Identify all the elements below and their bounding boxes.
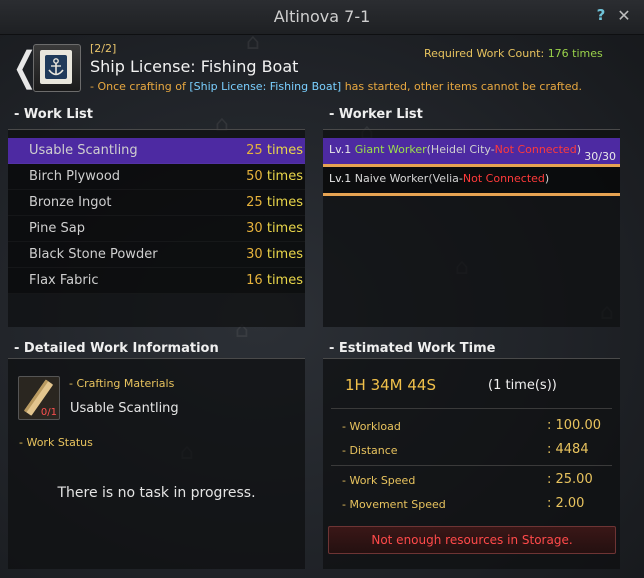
work-item-count: 30 times (246, 221, 303, 236)
estimate-label: - Estimated Work Time (329, 341, 496, 356)
work-speed-value: : 25.00 (547, 472, 593, 487)
close-button[interactable]: ✕ (615, 6, 633, 25)
required-work-value: 176 times (547, 47, 603, 60)
count-value: 16 (246, 273, 263, 288)
start-work-button[interactable]: Not enough resources in Storage. (328, 526, 616, 554)
movement-speed-value: : 2.00 (547, 496, 585, 511)
detail-panel: 0/1 - Crafting Materials Usable Scantlin… (8, 358, 305, 569)
work-item-count: 30 times (246, 247, 303, 262)
crafting-notice: - Once crafting of [Ship License: Fishin… (90, 80, 582, 93)
work-list-item[interactable]: Birch Plywood 50 times (8, 164, 305, 190)
count-unit: times (266, 169, 303, 184)
worker-name: Giant Worker (354, 143, 427, 156)
worker-town: (Heidel City- (426, 143, 495, 156)
worker-level: Lv.1 (329, 143, 352, 156)
work-item-name: Usable Scantling (29, 143, 138, 158)
required-work-label: Required Work Count: (424, 47, 548, 60)
worker-name: Naive Worker (354, 172, 429, 185)
workload-value: : 100.00 (547, 418, 601, 433)
worker-paren-close: ) (544, 172, 550, 185)
worker-level: Lv.1 (329, 172, 352, 185)
count-value: 50 (246, 169, 263, 184)
worker-paren-close: ) (576, 143, 581, 156)
craft-progress: [2/2] (90, 42, 117, 55)
work-speed-label: - Work Speed (342, 474, 416, 487)
movement-speed-label: - Movement Speed (342, 498, 446, 511)
window-title: Altinova 7-1 (273, 7, 371, 26)
count-value: 30 (246, 247, 263, 262)
worker-list: Lv.1 Giant Worker(Heidel City-Not Connec… (323, 129, 620, 327)
work-list-item[interactable]: Pine Sap 30 times (8, 216, 305, 242)
work-item-count: 25 times (246, 143, 303, 158)
work-list-label: - Work List (14, 107, 94, 122)
worker-item[interactable]: Lv.1 Naive Worker(Velia-Not Connected) (323, 167, 620, 196)
worker-text: Lv.1 Naive Worker(Velia-Not Connected) (329, 172, 549, 185)
distance-value: : 4484 (547, 442, 589, 457)
distance-label: - Distance (342, 444, 398, 457)
count-value: 25 (246, 143, 263, 158)
work-list-item[interactable]: Flax Fabric 16 times (8, 268, 305, 294)
worker-text: Lv.1 Giant Worker(Heidel City-Not Connec… (329, 143, 581, 156)
no-task-message: There is no task in progress. (57, 485, 256, 501)
worker-status: Not Connected (494, 143, 577, 156)
worker-status: Not Connected (462, 172, 545, 185)
count-unit: times (266, 143, 303, 158)
work-item-count: 25 times (246, 195, 303, 210)
work-item-name: Flax Fabric (29, 273, 99, 288)
estimate-panel: 1H 34M 44S (1 time(s)) - Workload : 100.… (323, 358, 620, 569)
required-work-count: Required Work Count: 176 times (424, 47, 603, 60)
work-list-item[interactable]: Black Stone Powder 30 times (8, 242, 305, 268)
notice-prefix: - Once crafting of (90, 80, 190, 93)
count-unit: times (266, 273, 303, 288)
count-value: 30 (246, 221, 263, 236)
work-item-count: 50 times (246, 169, 303, 184)
notice-item: [Ship License: Fishing Boat] (189, 80, 342, 93)
count-value: 25 (246, 195, 263, 210)
count-unit: times (266, 247, 303, 262)
count-unit: times (266, 195, 303, 210)
back-button[interactable]: ❬ (8, 44, 42, 94)
worker-item[interactable]: Lv.1 Giant Worker(Heidel City-Not Connec… (323, 138, 620, 167)
work-status-label: - Work Status (19, 436, 93, 449)
notice-suffix: has started, other items cannot be craft… (341, 80, 582, 93)
count-unit: times (266, 221, 303, 236)
work-list-item[interactable]: Bronze Ingot 25 times (8, 190, 305, 216)
work-item-name: Pine Sap (29, 221, 86, 236)
work-list-item[interactable]: Usable Scantling 25 times (8, 138, 305, 164)
estimated-repeat: (1 time(s)) (488, 378, 557, 393)
work-item-name: Birch Plywood (29, 169, 121, 184)
crafting-materials-label: - Crafting Materials (69, 377, 175, 390)
workshop-window: ⌂ ⌂ ⌂ ⌂ ⌂ ⌂ ⌂ Altinova 7-1 ? ✕ ❬ [2/2] S… (0, 0, 644, 578)
detail-label: - Detailed Work Information (14, 341, 219, 356)
divider (331, 408, 612, 409)
item-name: Ship License: Fishing Boat (90, 57, 299, 76)
material-count: 0/1 (40, 407, 57, 418)
work-list: Usable Scantling 25 times Birch Plywood … (8, 129, 305, 327)
plank-icon[interactable]: 0/1 (18, 376, 60, 420)
estimated-time: 1H 34M 44S (345, 376, 436, 394)
worker-stamina: 30/30 (584, 150, 616, 163)
question-mark-icon: ? (596, 6, 606, 24)
work-item-count: 16 times (246, 273, 303, 288)
work-item-name: Black Stone Powder (29, 247, 158, 262)
divider (331, 465, 612, 466)
workload-label: - Workload (342, 420, 401, 433)
title-bar[interactable]: Altinova 7-1 ? ✕ (0, 0, 644, 35)
help-button[interactable]: ? (594, 6, 608, 24)
material-name: Usable Scantling (70, 401, 179, 416)
ship-license-icon (33, 44, 81, 92)
worker-list-label: - Worker List (329, 107, 423, 122)
close-icon: ✕ (617, 6, 631, 25)
work-item-name: Bronze Ingot (29, 195, 112, 210)
worker-town: (Velia- (428, 172, 463, 185)
